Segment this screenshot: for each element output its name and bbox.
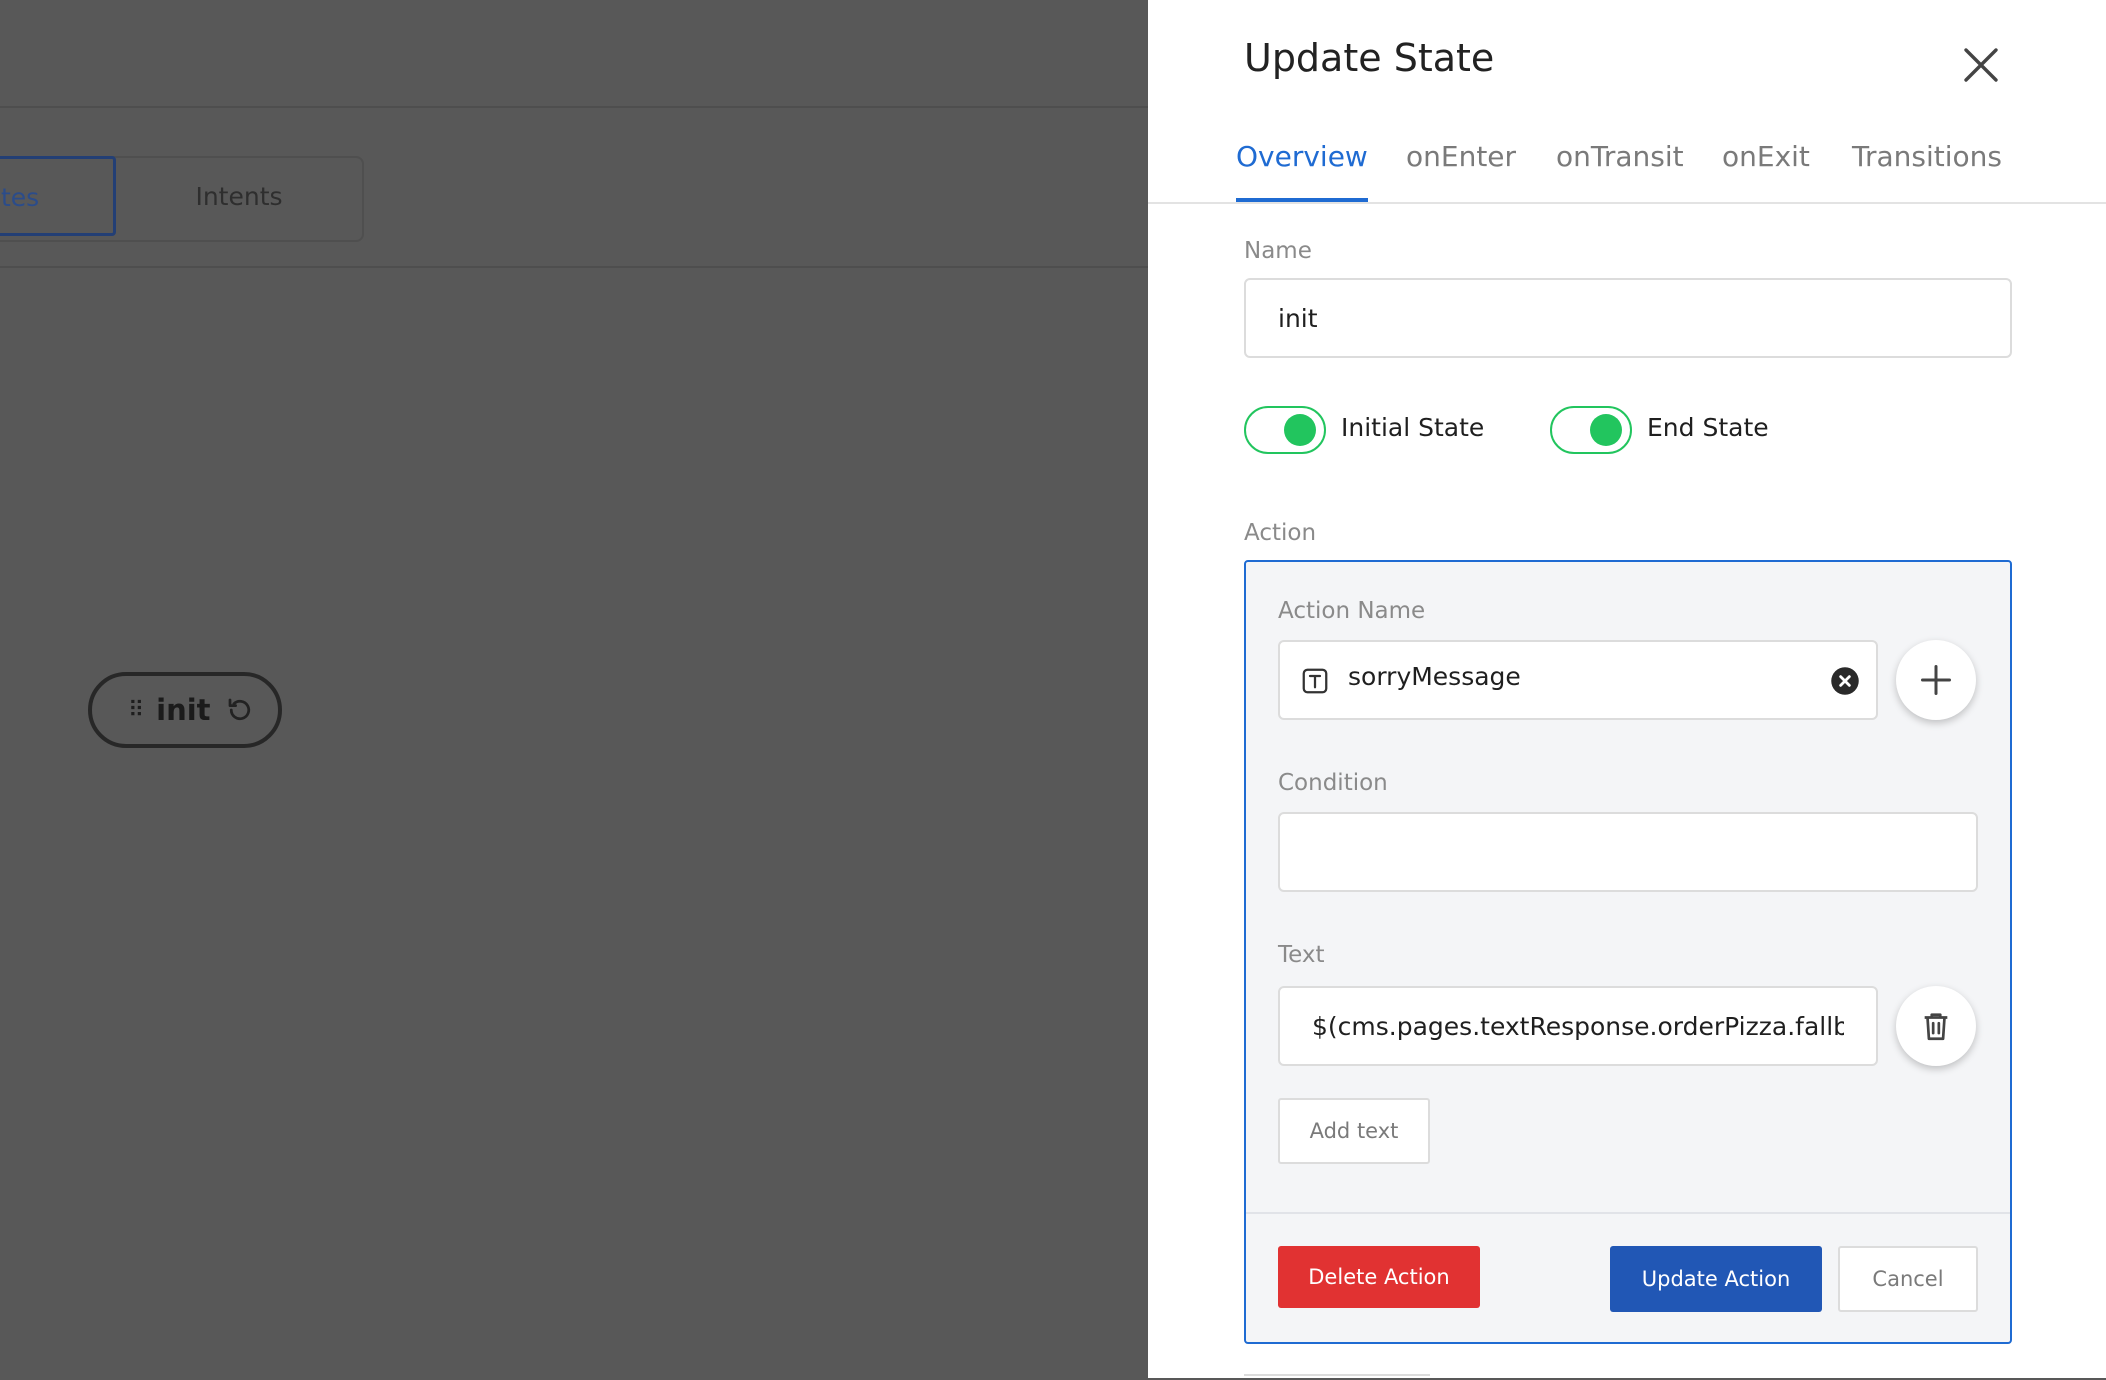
next-field-edge <box>1244 1374 1430 1380</box>
update-action-button[interactable]: Update Action <box>1610 1246 1822 1312</box>
end-state-toggle[interactable] <box>1550 406 1632 454</box>
action-footer-divider <box>1246 1212 2010 1214</box>
background-app: tes Intents ⠿ init <box>0 0 1148 1378</box>
tab-transitions[interactable]: Transitions <box>1852 140 2002 200</box>
add-text-button[interactable]: Add text <box>1278 1098 1430 1164</box>
tab-intents[interactable]: Intents <box>118 156 360 236</box>
toggle-knob <box>1590 414 1622 446</box>
name-label: Name <box>1244 238 1312 264</box>
text-label: Text <box>1278 942 1325 968</box>
initial-state-toggle[interactable] <box>1244 406 1326 454</box>
tab-states-label: tes <box>1 183 40 212</box>
delete-action-button[interactable]: Delete Action <box>1278 1246 1480 1308</box>
initial-state-label: Initial State <box>1341 413 1485 442</box>
update-state-panel: Update State Overview onEnter onTransit … <box>1148 0 2106 1378</box>
text-input[interactable] <box>1278 986 1878 1066</box>
toggle-knob <box>1284 414 1316 446</box>
add-action-button[interactable] <box>1896 640 1976 720</box>
condition-input[interactable] <box>1278 812 1978 892</box>
action-name-field[interactable]: sorryMessage <box>1278 640 1878 720</box>
clear-icon[interactable] <box>1830 666 1860 696</box>
plus-icon <box>1921 665 1951 695</box>
state-node-label: init <box>156 693 211 727</box>
header-divider <box>0 106 1148 108</box>
panel-tabs: Overview onEnter onTransit onExit Transi… <box>1148 140 2106 204</box>
drag-handle-icon[interactable]: ⠿ <box>128 698 144 723</box>
condition-label: Condition <box>1278 770 1388 796</box>
tab-onexit[interactable]: onExit <box>1722 140 1810 200</box>
tab-states[interactable]: tes <box>0 156 116 236</box>
tab-onenter[interactable]: onEnter <box>1406 140 1516 200</box>
tab-overview[interactable]: Overview <box>1236 140 1368 202</box>
trash-icon <box>1924 1013 1948 1041</box>
state-node-init[interactable]: ⠿ init <box>88 672 282 748</box>
action-section-label: Action <box>1244 520 1317 546</box>
action-name-label: Action Name <box>1278 598 1426 624</box>
close-icon[interactable] <box>1956 40 2006 90</box>
delete-text-button[interactable] <box>1896 986 1976 1066</box>
reset-icon[interactable] <box>225 695 255 725</box>
tab-ontransit[interactable]: onTransit <box>1556 140 1684 200</box>
action-name-value: sorryMessage <box>1348 662 1521 691</box>
action-editor: Action Name sorryMessage Condition Text <box>1244 560 2012 1344</box>
cancel-button[interactable]: Cancel <box>1838 1246 1978 1312</box>
toolbar-divider <box>0 266 1148 268</box>
panel-title: Update State <box>1244 36 1495 80</box>
name-input[interactable] <box>1244 278 2012 358</box>
end-state-label: End State <box>1647 413 1769 442</box>
text-type-icon <box>1302 668 1328 694</box>
